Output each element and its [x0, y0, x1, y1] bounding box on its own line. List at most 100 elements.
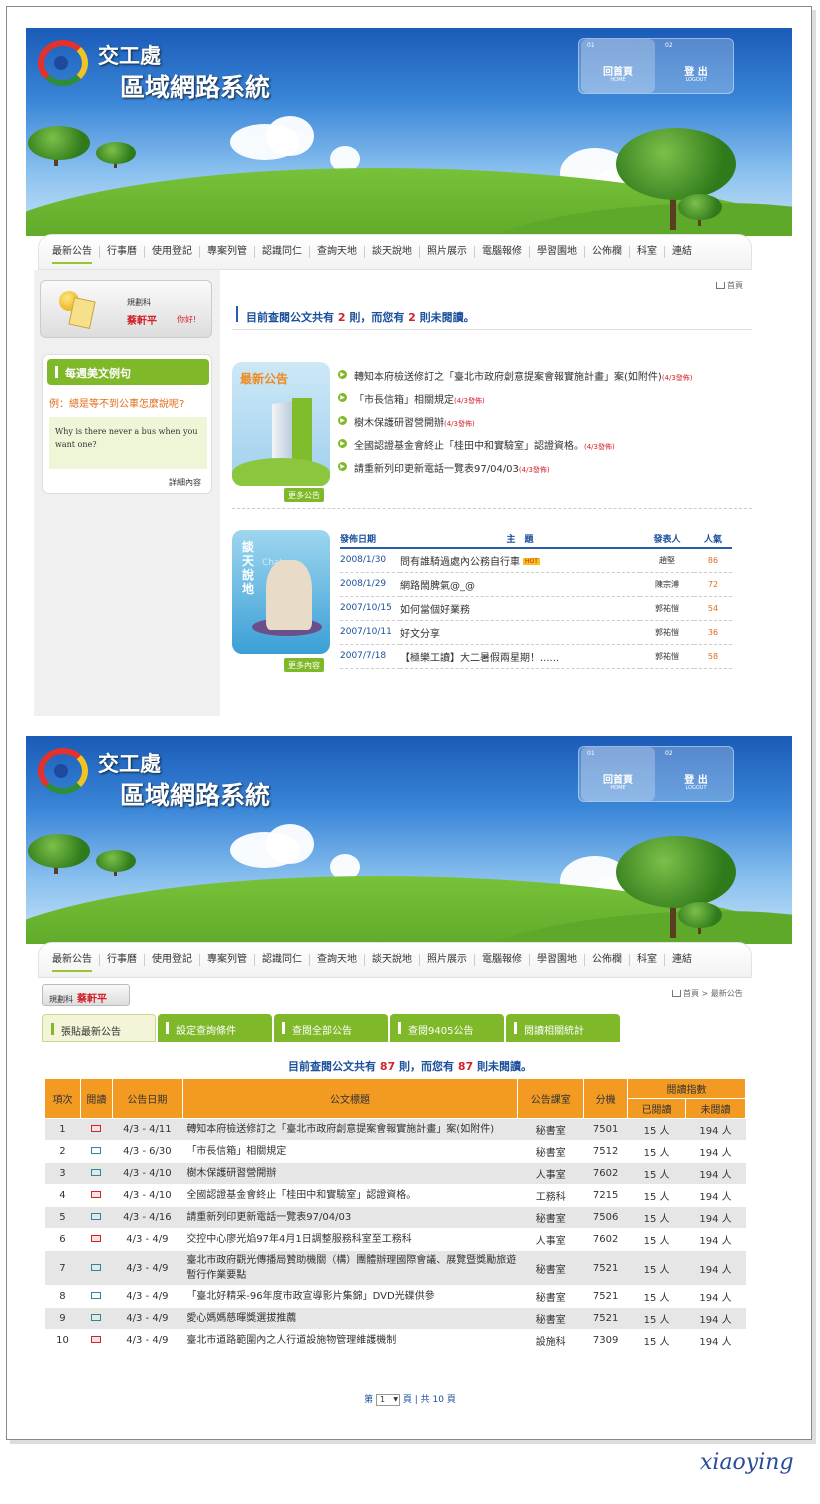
table-row[interactable]: 7 4/3 - 4/9 臺北市政府觀光傳播局贊助機關（構）團體辦理國際會議、展覽暨獎…	[44, 1250, 746, 1286]
nav-item-usage-registration[interactable]: 使用登記	[145, 246, 200, 258]
english-answer: Why is there never a bus when you want o…	[49, 417, 207, 469]
breadcrumb: 首頁	[716, 280, 743, 291]
tab-post-news[interactable]: 張貼最新公告	[42, 1014, 156, 1042]
table-row[interactable]: 2 4/3 - 6/30 「市長信箱」相關規定 秘書室 7512 15 人 194 人	[44, 1140, 746, 1163]
action-tabs: 張貼最新公告 設定查詢條件 查閱全部公告 查閱9405公告 閱讀相關統計	[42, 1014, 620, 1042]
list-item[interactable]: 請重新列印更新電話一覽表97/04/03(4/3發佈)	[336, 460, 748, 483]
nav-item-search[interactable]: 查詢天地	[310, 246, 365, 258]
envelope-unread-icon	[91, 1191, 102, 1198]
table-row[interactable]: 8 4/3 - 4/9 「臺北好精采-96年度市政宣導影片集錦」DVD光碟供參 秘書室…	[44, 1285, 746, 1308]
nav-item-departments[interactable]: 科室	[630, 954, 665, 966]
org-name: 交工處	[98, 43, 161, 68]
nav-item-bulletin[interactable]: 公佈欄	[585, 954, 630, 966]
table-row[interactable]: 2008/1/30 問有誰騎過處內公務自行車 HOT 趙堅 86	[340, 548, 732, 573]
header-links: 01 回首頁 HOME 02 登 出 LOGOUT	[578, 38, 734, 94]
table-row[interactable]: 2008/1/29 網路鬧脾氣@_@ 陳宗溥 72	[340, 572, 732, 597]
nav-item-project-tracking[interactable]: 專案列管	[200, 954, 255, 966]
english-more-link[interactable]: 詳細內容	[169, 477, 201, 488]
envelope-open-icon	[91, 1314, 102, 1321]
nav-item-departments[interactable]: 科室	[630, 246, 665, 258]
list-item[interactable]: 轉知本府檢送修訂之「臺北市政府創意提案會報實施計畫」案(如附件)(4/3發佈)	[336, 368, 748, 391]
nav-item-links[interactable]: 連結	[665, 954, 699, 966]
user-badge: 規劃科 蔡軒平	[42, 984, 130, 1006]
nav-item-chat[interactable]: 談天說地	[365, 246, 420, 258]
nav-item-links[interactable]: 連結	[665, 246, 699, 258]
nav-item-learning[interactable]: 學習園地	[530, 246, 585, 258]
table-row[interactable]: 1 4/3 - 4/11 轉知本府檢送修訂之「臺北市政府創意提案會報實施計畫」案(如…	[44, 1118, 746, 1141]
home-icon	[716, 282, 725, 289]
chat-table: 發佈日期 主 題 發表人 人氣 2008/1/30 問有誰騎過處內公務自行車 HO…	[340, 530, 732, 669]
total-docs: 2	[337, 311, 346, 324]
table-row[interactable]: 2007/10/11 好文分享 郭祐愷 36	[340, 620, 732, 645]
nav-item-latest-news[interactable]: 最新公告	[45, 246, 100, 264]
column-header: 公告課室	[517, 1078, 585, 1119]
envelope-open-icon	[91, 1169, 102, 1176]
envelope-unread-icon	[91, 1336, 102, 1343]
latest-news-card: 最新公告	[232, 362, 330, 486]
table-row[interactable]: 6 4/3 - 4/9 交控中心廖光焰97年4月1日調整服務科室至工務科 人事室 760…	[44, 1228, 746, 1251]
nav-item-search[interactable]: 查詢天地	[310, 954, 365, 966]
tab-query-settings[interactable]: 設定查詢條件	[158, 1014, 272, 1042]
table-row[interactable]: 3 4/3 - 4/10 樹木保護研習營開辦 人事室 7602 15 人 194 人	[44, 1162, 746, 1185]
user-name: 蔡軒平	[77, 994, 107, 1005]
user-dept: 規劃科	[49, 995, 73, 1004]
column-header: 已閱讀	[627, 1098, 687, 1119]
latest-news-card-title: 最新公告	[240, 372, 289, 386]
user-box: 規劃科 蔡軒平 你好!	[40, 280, 212, 338]
home-icon	[672, 990, 681, 997]
list-item[interactable]: 樹木保護研習營開辦(4/3發佈)	[336, 414, 748, 437]
logo-icon	[38, 40, 88, 86]
logout-button[interactable]: 02 登 出 LOGOUT	[659, 747, 733, 801]
announcements-table: 項次 閱讀 公告日期 公文標題 公告課室 分機 閱讀指數 已閱讀 未閱讀 1 4/…	[44, 1078, 746, 1352]
envelope-unread-icon	[91, 1125, 102, 1132]
column-header: 人氣	[694, 530, 732, 549]
header-links: 01 回首頁 HOME 02 登 出 LOGOUT	[578, 746, 734, 802]
tab-all-news[interactable]: 查閱全部公告	[274, 1014, 388, 1042]
column-header: 公文標題	[181, 1078, 519, 1119]
chat-card: 談天說地 Chat	[232, 530, 330, 654]
nav-item-pc-repair[interactable]: 電腦報修	[475, 246, 530, 258]
list-item[interactable]: 「市長信箱」相關規定(4/3發佈)	[336, 391, 748, 414]
home-button[interactable]: 01 回首頁 HOME	[581, 39, 655, 93]
table-row[interactable]: 9 4/3 - 4/9 愛心媽媽慈暉獎選拔推薦 秘書室 7521 15 人 194 人	[44, 1307, 746, 1330]
nav-item-latest-news[interactable]: 最新公告	[45, 954, 100, 972]
column-header: 未閱讀	[685, 1098, 746, 1119]
nav-item-photos[interactable]: 照片展示	[420, 246, 475, 258]
pagination: 第 1 頁 | 共 10 頁	[0, 1392, 820, 1406]
envelope-open-icon	[91, 1292, 102, 1299]
nav-item-calendar[interactable]: 行事曆	[100, 246, 145, 258]
tab-9405-news[interactable]: 查閱9405公告	[390, 1014, 504, 1042]
envelope-open-icon	[91, 1147, 102, 1154]
nav-item-photos[interactable]: 照片展示	[420, 954, 475, 966]
envelope-unread-icon	[91, 1235, 102, 1242]
nav-item-calendar[interactable]: 行事曆	[100, 954, 145, 966]
logo-icon	[38, 748, 88, 794]
header-banner: 交工處 區域網路系統 01 回首頁 HOME 02 登 出 LOGOUT	[26, 736, 792, 944]
more-news-button[interactable]: 更多公告	[284, 488, 324, 502]
table-row[interactable]: 2007/7/18 【極樂工讀】大二暑假兩星期！...... 郭祐愷 58	[340, 644, 732, 669]
nav-item-pc-repair[interactable]: 電腦報修	[475, 954, 530, 966]
table-row[interactable]: 4 4/3 - 4/10 全國認證基金會終止「桂田中和實驗室」認證資格。 工務科 721…	[44, 1184, 746, 1207]
user-name: 蔡軒平	[127, 316, 157, 327]
more-chat-button[interactable]: 更多內容	[284, 658, 324, 672]
table-row[interactable]: 2007/10/15 如何當個好業務 郭祐愷 54	[340, 596, 732, 621]
hot-badge: HOT	[523, 558, 540, 566]
page-select[interactable]: 1	[376, 1393, 401, 1406]
table-row[interactable]: 5 4/3 - 4/16 請重新列印更新電話一覽表97/04/03 秘書室 7506 15…	[44, 1206, 746, 1229]
nav-item-learning[interactable]: 學習園地	[530, 954, 585, 966]
nav-item-colleagues[interactable]: 認識同仁	[255, 954, 310, 966]
user-dept: 規劃科	[127, 298, 151, 307]
list-item[interactable]: 全國認證基金會終止「桂田中和實驗室」認證資格。(4/3發佈)	[336, 437, 748, 460]
logout-button[interactable]: 02 登 出 LOGOUT	[659, 39, 733, 93]
tab-read-stats[interactable]: 閱讀相關統計	[506, 1014, 620, 1042]
divider	[232, 508, 752, 509]
home-button[interactable]: 01 回首頁 HOME	[581, 747, 655, 801]
table-row[interactable]: 10 4/3 - 4/9 臺北市道路範圍內之人行道設施物管理維護機制 設施科 7309 1…	[44, 1329, 746, 1352]
nav-item-bulletin[interactable]: 公佈欄	[585, 246, 630, 258]
english-sentence-box: 每週美文例句 例：總是等不到公車怎麼說呢? Why is there never…	[42, 354, 212, 494]
nav-item-colleagues[interactable]: 認識同仁	[255, 246, 310, 258]
nav-item-project-tracking[interactable]: 專案列管	[200, 246, 255, 258]
nav-item-chat[interactable]: 談天說地	[365, 954, 420, 966]
chat-card-title: 談天說地	[242, 540, 255, 596]
nav-item-usage-registration[interactable]: 使用登記	[145, 954, 200, 966]
